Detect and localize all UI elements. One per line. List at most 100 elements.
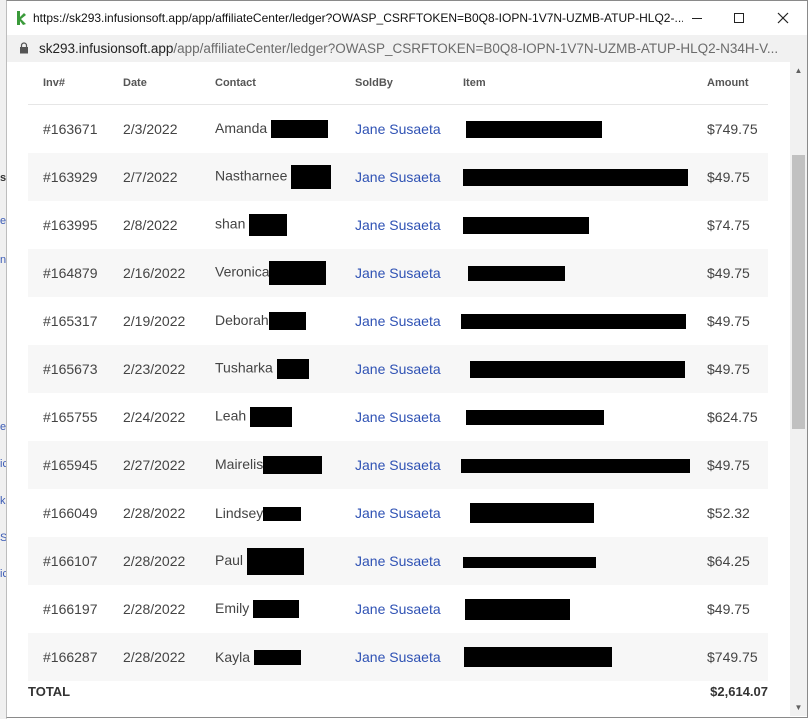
cell-inv: #165673 [28, 345, 108, 393]
cell-amount: $624.75 [707, 409, 758, 425]
item-redaction [463, 556, 596, 568]
cell-contact: Kayla [215, 648, 251, 665]
redaction-block [269, 261, 327, 285]
cell-soldby-link[interactable]: Jane Susaeta [340, 297, 448, 345]
scroll-thumb[interactable] [792, 155, 805, 429]
cell-soldby-link[interactable]: Jane Susaeta [340, 489, 448, 537]
item-redaction [461, 459, 690, 474]
cell-date: 2/3/2022 [123, 121, 178, 137]
cell-soldby-link[interactable]: Jane Susaeta [340, 345, 448, 393]
ledger-table: Inv# Date Contact SoldBy Item Amount #16… [28, 62, 768, 681]
maximize-button[interactable] [719, 5, 759, 31]
cell-soldby-link[interactable]: Jane Susaeta [340, 249, 448, 297]
url-host: sk293.infusionsoft.app [39, 41, 174, 56]
minimize-button[interactable] [677, 5, 717, 31]
redaction-block [276, 359, 309, 379]
redaction-block [268, 312, 306, 331]
cell-soldby-link[interactable]: Jane Susaeta [340, 537, 448, 585]
item-redaction [464, 647, 612, 667]
cell-inv: #166049 [43, 505, 98, 521]
cell-contact: Deborah [215, 311, 269, 328]
table-row: #165673 2/23/2022 Tusharka Jane Susaeta … [28, 345, 768, 393]
item-redaction [463, 216, 589, 234]
keap-logo-icon [17, 11, 26, 25]
minimize-icon [692, 18, 702, 19]
lock-icon [20, 42, 28, 54]
cell-date: 2/28/2022 [108, 537, 200, 585]
cell-amount: $49.75 [707, 601, 750, 617]
cell-inv: #166287 [28, 633, 108, 681]
cell-contact: Leah [215, 407, 247, 424]
cell-amount: $749.75 [707, 121, 758, 137]
table-row: #164879 2/16/2022 Veronica Jane Susaeta … [28, 249, 768, 297]
table-row: #163995 2/8/2022 shan Jane Susaeta $74.7… [28, 201, 768, 249]
cell-contact: Tusharka [215, 359, 273, 376]
cell-soldby-link[interactable]: Jane Susaeta [340, 633, 448, 681]
table-row: #165945 2/27/2022 Mairelis Jane Susaeta … [28, 441, 768, 489]
cell-contact: Amanda [215, 119, 268, 136]
cell-date: 2/7/2022 [108, 153, 200, 201]
redaction-block [250, 407, 293, 427]
background-fragment: k [0, 495, 6, 507]
cell-contact: Veronica [215, 263, 270, 280]
total-label: TOTAL [28, 684, 71, 699]
cell-date: 2/16/2022 [108, 249, 200, 297]
cell-inv: #163995 [43, 217, 98, 233]
address-bar[interactable]: sk293.infusionsoft.app/app/affiliateCent… [7, 35, 807, 63]
cell-inv: #165317 [43, 313, 98, 329]
header-inv: Inv# [28, 62, 108, 105]
cell-soldby-link[interactable]: Jane Susaeta [340, 393, 448, 441]
redaction-block [249, 214, 288, 236]
table-row: #165755 2/24/2022 Leah Jane Susaeta $624… [28, 393, 768, 441]
table-row: #163929 2/7/2022 Nastharnee Jane Susaeta… [28, 153, 768, 201]
redaction-block [246, 547, 304, 575]
cell-soldby-link[interactable]: Jane Susaeta [340, 105, 448, 154]
cell-amount: $49.75 [692, 153, 768, 201]
cell-contact: Paul [215, 551, 244, 568]
cell-amount: $49.75 [692, 249, 768, 297]
cell-date: 2/27/2022 [108, 441, 200, 489]
ledger-content: Inv# Date Contact SoldBy Item Amount #16… [7, 62, 790, 716]
vertical-scrollbar[interactable]: ▲ ▼ [790, 62, 807, 716]
header-item: Item [448, 62, 692, 105]
cell-inv: #165755 [43, 409, 98, 425]
redaction-block [253, 600, 300, 619]
url-path: /app/affiliateCenter/ledger?OWASP_CSRFTO… [173, 41, 779, 56]
cell-soldby-link[interactable]: Jane Susaeta [340, 201, 448, 249]
item-redaction [470, 360, 685, 378]
cell-soldby-link[interactable]: Jane Susaeta [340, 153, 448, 201]
cell-amount: $749.75 [692, 633, 768, 681]
cell-amount: $49.75 [692, 345, 768, 393]
title-bar[interactable]: https://sk293.infusionsoft.app/app/affil… [7, 1, 807, 35]
cell-soldby-link[interactable]: Jane Susaeta [340, 441, 448, 489]
cell-date: 2/19/2022 [123, 313, 186, 329]
item-redaction [461, 314, 686, 330]
cell-amount: $52.32 [707, 505, 750, 521]
cell-inv: #163671 [43, 121, 98, 137]
cell-inv: #164879 [28, 249, 108, 297]
scroll-down-arrow-icon[interactable]: ▼ [790, 699, 807, 716]
header-date: Date [108, 62, 200, 105]
item-redaction [466, 120, 602, 138]
scroll-up-arrow-icon[interactable]: ▲ [790, 62, 807, 79]
cell-inv: #166107 [28, 537, 108, 585]
cell-amount: $64.25 [692, 537, 768, 585]
cell-inv: #163929 [28, 153, 108, 201]
cell-soldby-link[interactable]: Jane Susaeta [340, 585, 448, 633]
cell-contact: shan [215, 215, 246, 232]
cell-contact: Nastharnee [215, 167, 288, 184]
cell-date: 2/8/2022 [123, 217, 178, 233]
redaction-block [263, 507, 302, 522]
item-redaction [463, 168, 688, 186]
redaction-block [263, 456, 323, 475]
redaction-block [291, 165, 332, 189]
item-redaction [468, 266, 565, 282]
table-row: #166049 2/28/2022 Lindsey Jane Susaeta $… [28, 489, 768, 537]
close-button[interactable] [763, 5, 803, 31]
cell-date: 2/28/2022 [123, 601, 186, 617]
url-text[interactable]: sk293.infusionsoft.app/app/affiliateCent… [39, 41, 799, 56]
cell-amount: $74.75 [707, 217, 750, 233]
total-row: TOTAL $2,614.07 [28, 676, 768, 706]
item-redaction [466, 410, 604, 426]
redaction-block [253, 650, 301, 666]
